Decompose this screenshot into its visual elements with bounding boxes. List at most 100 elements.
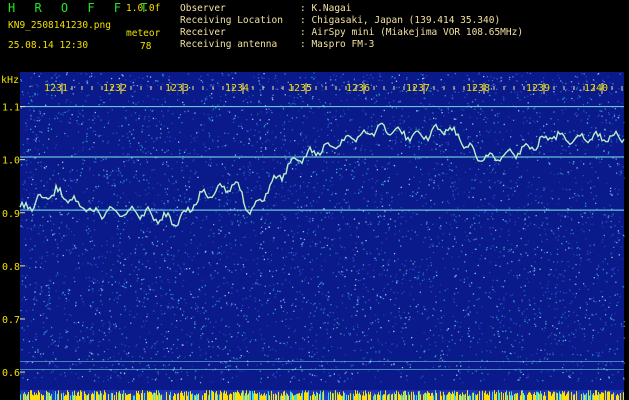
bottom-bar-strip <box>198 393 199 400</box>
bottom-bar-strip <box>511 391 512 400</box>
bottom-bar-strip <box>525 391 526 400</box>
bottom-bar-strip <box>21 391 22 400</box>
bottom-bar-strip <box>182 392 183 400</box>
bottom-bar-strip <box>326 391 327 400</box>
bottom-bar-strip <box>591 393 592 400</box>
bottom-bar-strip <box>366 393 367 400</box>
time-tick-label: 1232 <box>103 83 127 94</box>
bottom-bar-strip <box>403 391 404 400</box>
bottom-bar-strip <box>320 390 321 400</box>
bottom-bar-strip <box>566 394 567 400</box>
bottom-bar-strip <box>128 394 129 400</box>
bottom-bar-strip <box>354 395 355 400</box>
bottom-bar-strip <box>613 392 614 400</box>
bottom-bar-strip <box>33 395 34 400</box>
bottom-bar-strip <box>365 390 366 400</box>
bottom-bar-strip <box>86 395 87 400</box>
bottom-bar-strip <box>465 393 466 400</box>
bottom-bar-strip <box>347 393 348 400</box>
bottom-bar-strip <box>81 391 82 400</box>
bottom-bar-strip <box>46 390 47 400</box>
bottom-bar-strip <box>155 393 156 400</box>
receiver-value: : AirSpy mini (Miakejima VOR 108.65MHz) <box>300 27 524 38</box>
bottom-bar-strip <box>180 392 181 400</box>
bottom-bar-strip <box>325 395 326 400</box>
bottom-bar-strip <box>160 395 161 400</box>
bottom-bar-strip <box>551 395 552 400</box>
bottom-bar-strip <box>517 392 518 400</box>
bottom-bar-strip <box>109 394 110 400</box>
bottom-bar-strip <box>112 393 113 400</box>
bottom-bar-strip <box>25 393 26 400</box>
bottom-bar-strip <box>172 390 173 400</box>
bottom-bar-strip <box>264 392 265 400</box>
bottom-bar-strip <box>496 391 497 400</box>
bottom-bar-strip <box>348 395 349 400</box>
bottom-bar-strip <box>279 392 280 400</box>
bottom-bar-strip <box>74 390 75 400</box>
bottom-bar-strip <box>305 390 306 400</box>
bottom-bar-strip <box>57 393 58 400</box>
bottom-bar-strip <box>104 390 105 400</box>
bottom-bar-strip <box>72 391 73 400</box>
bottom-bar-strip <box>579 391 580 400</box>
bottom-bar-strip <box>41 394 42 400</box>
bottom-bar-strip <box>306 392 307 400</box>
bottom-bar-strip <box>251 393 252 400</box>
bottom-bar-strip <box>294 395 295 400</box>
bottom-bar-strip <box>488 395 489 400</box>
bottom-bar-strip <box>173 396 174 400</box>
bottom-bar-strip <box>199 392 200 400</box>
bottom-bar-strip <box>158 390 159 400</box>
bottom-bar-strip <box>101 393 102 400</box>
bottom-bar-strip <box>421 393 422 400</box>
bottom-bar-strip <box>179 395 180 400</box>
bottom-bar-strip <box>363 391 364 400</box>
bottom-bar-strip <box>50 395 51 400</box>
bottom-bar-strip <box>286 392 287 400</box>
bottom-bar-strip <box>159 392 160 400</box>
bottom-bar-strip <box>285 395 286 400</box>
bottom-bar-strip <box>555 391 556 400</box>
bottom-bar-strip <box>267 390 268 400</box>
spectrogram-plot: kHz 1231 1232 1233 1234 1235 1236 1237 1238 1239… <box>0 72 629 400</box>
bottom-bar-strip <box>530 392 531 400</box>
bottom-bar-strip <box>338 394 339 400</box>
bottom-bar-strip <box>313 391 314 400</box>
bottom-bar-strip <box>186 391 187 400</box>
bottom-bar-strip <box>389 393 390 400</box>
bottom-bar-strip <box>63 392 64 400</box>
bottom-bar-strip <box>262 395 263 400</box>
bottom-bar-strip <box>356 393 357 400</box>
bottom-bar-strip <box>95 395 96 400</box>
observer-value: : K.Nagai <box>300 3 352 14</box>
bottom-bar-strip <box>85 393 86 400</box>
bottom-bar-strip <box>188 391 189 400</box>
freq-tick-label: 0.8 <box>2 262 20 273</box>
bottom-bar-strip <box>532 392 533 400</box>
bottom-bar-strip <box>34 392 35 400</box>
bottom-bar-strip <box>247 394 248 400</box>
bottom-bar-strip <box>103 394 104 400</box>
bottom-bar-strip <box>387 395 388 400</box>
bottom-bar-strip <box>253 393 254 400</box>
bottom-bar-strip <box>47 392 48 400</box>
filename-label: KN9_2508141230.png <box>8 20 111 31</box>
bottom-bar-strip <box>595 390 596 400</box>
bottom-bar-strip <box>222 394 223 400</box>
bottom-bar-strip <box>394 392 395 400</box>
bottom-bar-strip <box>415 393 416 400</box>
bottom-bar-strip <box>51 393 52 400</box>
bottom-bar-strip <box>243 390 244 400</box>
bottom-bar-strip <box>445 395 446 400</box>
bottom-bar-strip <box>266 394 267 400</box>
bottom-bar-strip <box>420 394 421 400</box>
bottom-bar-strip <box>349 390 350 400</box>
bottom-bar-strip <box>413 391 414 400</box>
bottom-bar-strip <box>303 394 304 400</box>
bottom-bar-strip <box>516 393 517 400</box>
bottom-bar-strip <box>617 393 618 400</box>
bottom-bar-strip <box>451 394 452 400</box>
bottom-bar-strip <box>135 393 136 400</box>
bottom-bar-strip <box>439 390 440 400</box>
